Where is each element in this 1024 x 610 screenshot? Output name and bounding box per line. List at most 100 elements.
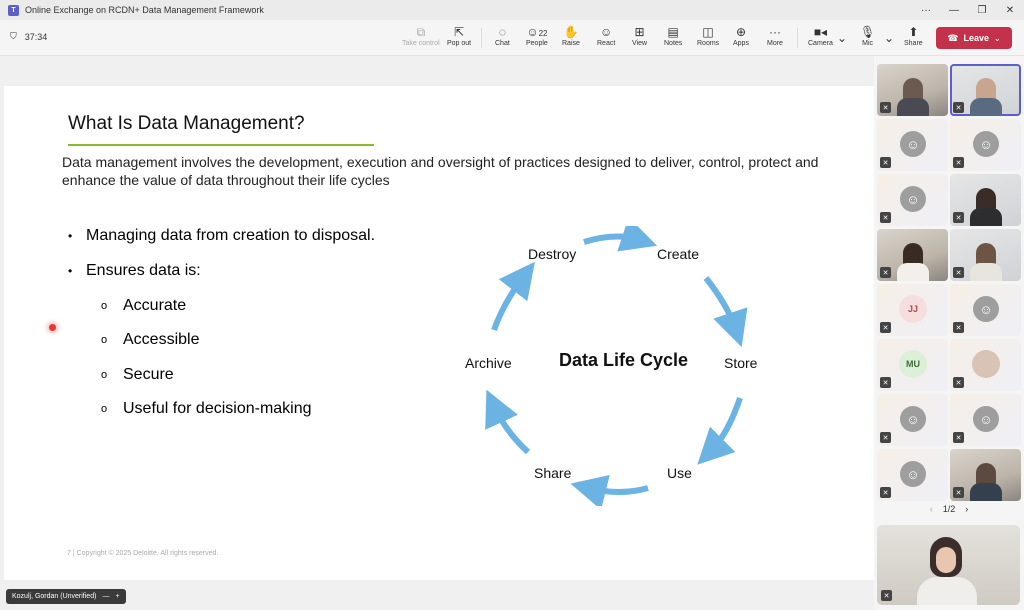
participant-body: [970, 263, 1002, 281]
participant-photo-avatar: [972, 350, 1000, 378]
arrow-destroy-to-create: [583, 226, 658, 252]
hand-icon: ✋: [563, 25, 579, 39]
person-avatar-icon: ☺: [900, 406, 926, 432]
mic-muted-icon: ✕: [953, 377, 964, 388]
phone-hangup-icon: ☎: [947, 32, 959, 43]
participant-tile[interactable]: ☺ ✕: [950, 119, 1021, 171]
window-controls: ··· — ❐ ✕: [912, 0, 1024, 20]
mic-muted-icon: ✕: [880, 212, 891, 223]
leave-button[interactable]: ☎ Leave ⌄: [936, 27, 1012, 49]
react-button[interactable]: ☺ React: [597, 24, 615, 54]
participant-video-tile[interactable]: ✕: [950, 449, 1021, 501]
camera-button[interactable]: ■◂ Camera: [808, 24, 833, 54]
more-dots-icon: ···: [768, 25, 781, 39]
participant-body: [970, 483, 1002, 501]
participant-body: [970, 98, 1002, 116]
participant-tile[interactable]: ☺ ✕: [950, 394, 1021, 446]
raise-hand-button[interactable]: ✋ Raise: [562, 24, 580, 54]
share-button[interactable]: ⬆ Share: [904, 24, 923, 54]
participant-tile[interactable]: JJ ✕: [877, 284, 948, 336]
participant-tile[interactable]: ☺ ✕: [877, 119, 948, 171]
chat-button[interactable]: ◌ Chat: [495, 24, 510, 54]
arrow-create-to-store: [703, 276, 748, 348]
participant-tile[interactable]: ☺ ✕: [877, 394, 948, 446]
cycle-center-title: Data Life Cycle: [559, 350, 689, 370]
share-icon: ⬆: [908, 25, 919, 39]
window-maximize-icon[interactable]: ❐: [968, 0, 996, 20]
pop-out-icon: ⇱: [454, 25, 465, 39]
window-close-icon[interactable]: ✕: [996, 0, 1024, 20]
participant-video-tile[interactable]: ✕: [950, 64, 1021, 116]
meeting-toolbar: ⛉ 37:34 ⧉ Take control ⇱ Pop out ◌ Chat …: [0, 20, 1024, 56]
timer-value: 37:34: [24, 31, 48, 42]
sub-bullet-item: o Secure: [101, 366, 174, 383]
mic-muted-icon: ✕: [880, 377, 891, 388]
minus-icon[interactable]: —: [102, 593, 109, 600]
person-avatar-icon: ☺: [973, 406, 999, 432]
toolbar-divider: [797, 28, 798, 48]
cycle-stage-create: Create: [657, 246, 700, 262]
pager-next-icon[interactable]: ›: [965, 504, 968, 514]
cycle-stage-destroy: Destroy: [528, 246, 577, 262]
more-button[interactable]: ··· More: [767, 24, 783, 54]
arrow-use-to-share: [570, 474, 649, 506]
people-count: 22: [538, 29, 548, 38]
gallery-pager: ‹ 1/2 ›: [874, 504, 1024, 514]
pop-out-button[interactable]: ⇱ Pop out: [447, 24, 471, 54]
take-control-button[interactable]: ⧉ Take control: [402, 24, 440, 54]
apps-plus-icon: ⊕: [735, 25, 747, 39]
participant-video-tile[interactable]: ✕: [877, 229, 948, 281]
notes-button[interactable]: ▤ Notes: [664, 24, 682, 54]
view-button[interactable]: ⊞ View: [632, 24, 647, 54]
person-avatar-icon: ☺: [973, 296, 999, 322]
bullet-ring-icon: o: [101, 403, 108, 415]
teams-app-icon: T: [8, 4, 19, 16]
mic-muted-icon: 🎙: [860, 25, 876, 39]
notes-icon: ▤: [667, 25, 679, 39]
cycle-stage-store: Store: [724, 355, 758, 371]
self-video-body: [917, 577, 977, 605]
rooms-button[interactable]: ◫ Rooms: [697, 24, 719, 54]
window-titlebar: T Online Exchange on RCDN+ Data Manageme…: [0, 0, 1024, 20]
people-icon: ☺22: [526, 25, 548, 39]
bullet-ring-icon: o: [101, 369, 108, 381]
participant-tile[interactable]: ☺ ✕: [877, 449, 948, 501]
pager-prev-icon[interactable]: ‹: [930, 504, 933, 514]
window-more-icon[interactable]: ···: [912, 0, 940, 20]
self-view-video[interactable]: ✕: [877, 525, 1020, 605]
mic-muted-icon: ✕: [881, 590, 892, 601]
cycle-stage-use: Use: [667, 465, 692, 481]
presenter-name-tag[interactable]: Kozulj, Gordan (Unverified) — +: [6, 589, 126, 604]
participant-video-tile[interactable]: ✕: [877, 64, 948, 116]
arrow-share-to-archive: [485, 389, 531, 455]
mic-muted-icon: ✕: [953, 487, 964, 498]
participant-video-tile[interactable]: ✕: [950, 229, 1021, 281]
participant-tile[interactable]: ✕: [950, 339, 1021, 391]
window-title: Online Exchange on RCDN+ Data Management…: [25, 5, 264, 15]
participant-tile[interactable]: ☺ ✕: [950, 284, 1021, 336]
mic-muted-icon: ✕: [953, 322, 964, 333]
participant-tile[interactable]: MU ✕: [877, 339, 948, 391]
slide-intro-text: Data management involves the development…: [62, 154, 819, 188]
chat-icon: ◌: [498, 25, 506, 39]
person-avatar-icon: ☺: [900, 186, 926, 212]
sub-bullet-item: o Useful for decision-making: [101, 400, 312, 417]
cycle-stage-share: Share: [534, 465, 572, 481]
window-minimize-icon[interactable]: —: [940, 0, 968, 20]
plus-icon[interactable]: +: [115, 593, 119, 600]
participant-initials-avatar: JJ: [899, 295, 927, 323]
mic-muted-icon: ✕: [880, 432, 891, 443]
mic-muted-icon: ✕: [953, 267, 964, 278]
bullet-item: • Ensures data is:: [68, 262, 201, 279]
people-button[interactable]: ☺22 People: [526, 24, 548, 54]
participant-tile[interactable]: ☺ ✕: [877, 174, 948, 226]
mic-button[interactable]: 🎙 Mic: [860, 24, 875, 54]
sub-bullet-item: o Accessible: [101, 331, 200, 348]
participant-body: [897, 98, 929, 116]
camera-icon: ■◂: [813, 25, 828, 39]
person-avatar-icon: ☺: [973, 131, 999, 157]
mic-muted-icon: ✕: [880, 487, 891, 498]
participant-video-tile[interactable]: ✕: [950, 174, 1021, 226]
apps-button[interactable]: ⊕ Apps: [733, 24, 749, 54]
participant-body: [897, 263, 929, 281]
